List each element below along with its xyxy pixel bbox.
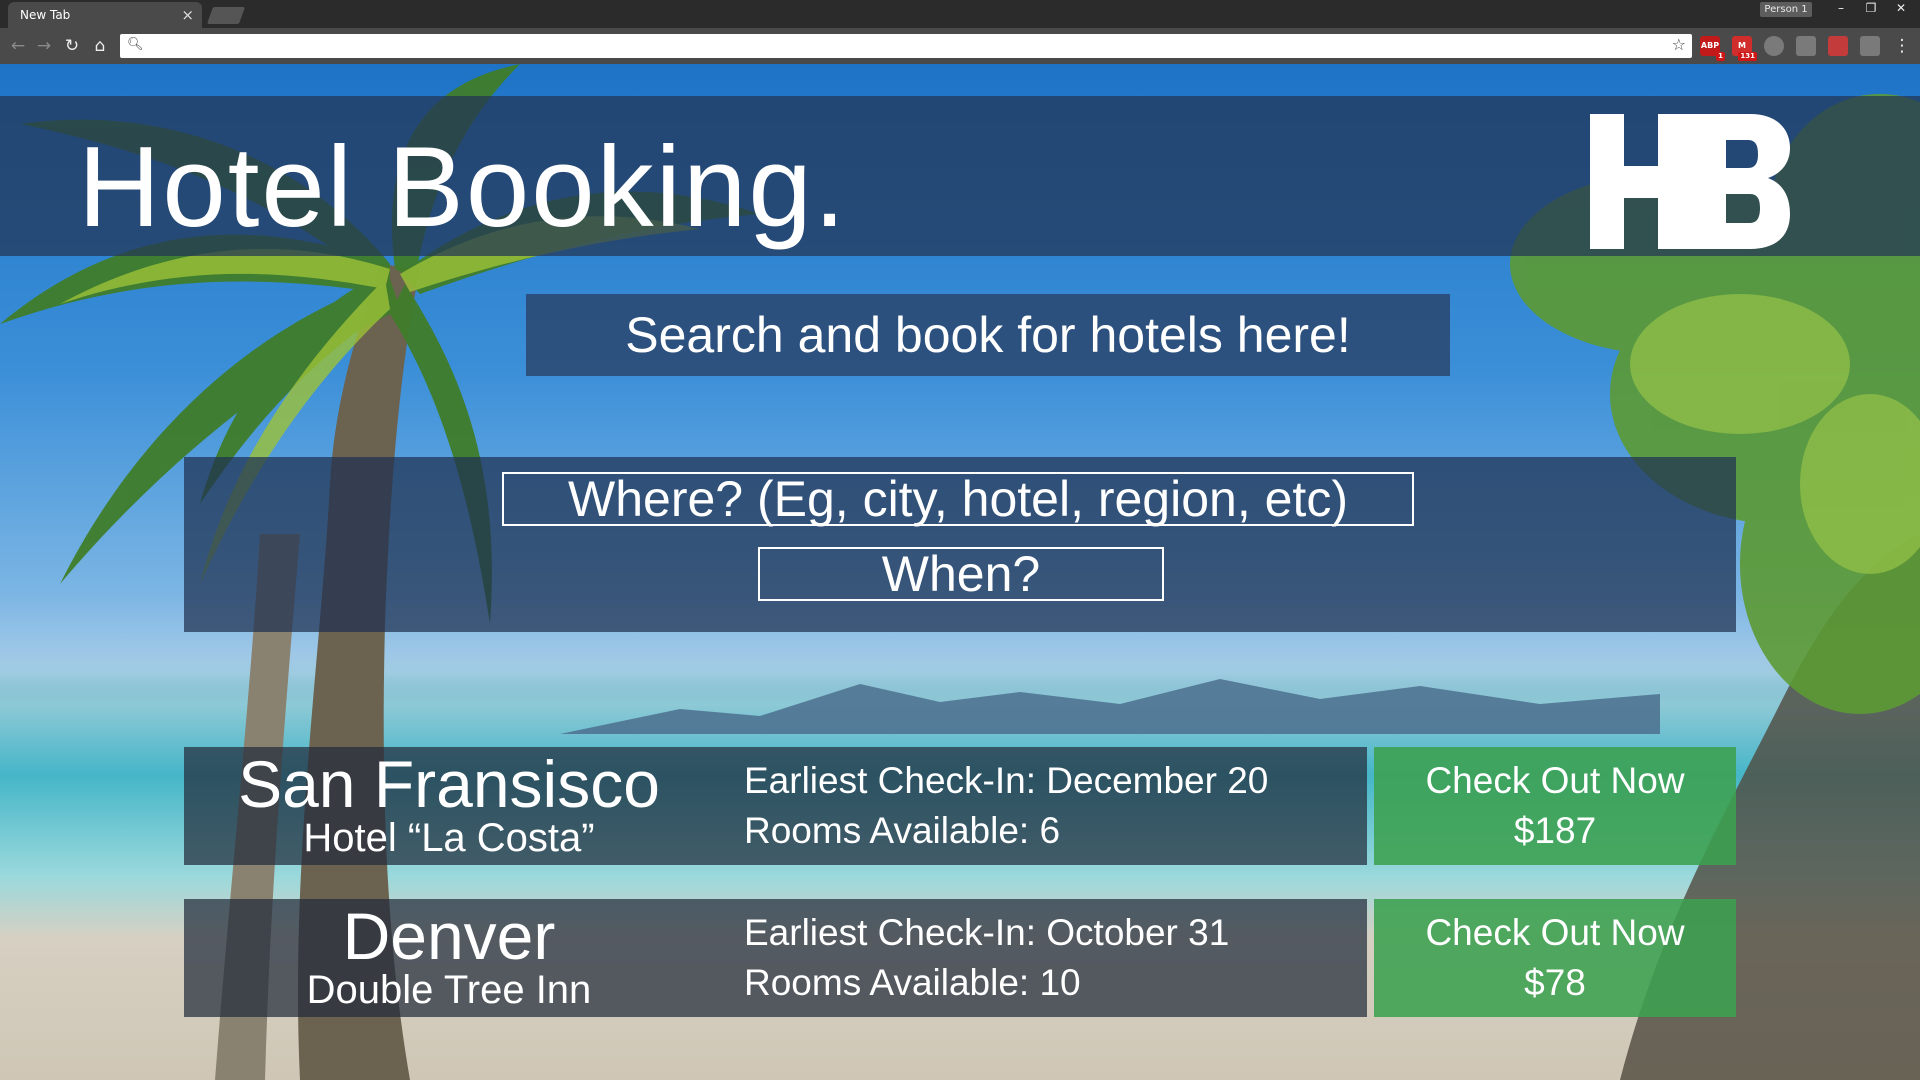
extension-label: ABP [1700,41,1720,50]
address-bar[interactable]: 🔍︎ ☆ [120,34,1692,58]
listing-hotel-name: Double Tree Inn [306,968,592,1012]
cta-label: Check Out Now [1425,912,1685,953]
browser-tab[interactable]: New Tab × [8,2,202,28]
browser-tab-bar: New Tab × Person 1 – ❐ ✕ [0,0,1920,28]
extension-grid-icon[interactable] [1860,36,1880,56]
gmail-checker-icon[interactable]: M 131 [1732,36,1757,61]
minimize-button[interactable]: – [1826,0,1856,18]
forward-arrow-icon[interactable]: → [32,34,56,58]
profile-button[interactable]: Person 1 [1760,2,1812,17]
back-arrow-icon[interactable]: ← [6,34,30,58]
tagline-banner: Search and book for hotels here! [526,294,1450,376]
extension-camera-icon[interactable] [1796,36,1816,56]
cta-label: Check Out Now [1425,760,1685,801]
listing-city: Denver [342,899,556,973]
browser-toolbar: ← → ↻ ⌂ 🔍︎ ☆ ABP 1 M 131 ⋮ [0,28,1920,64]
search-icon: 🔍︎ [127,37,144,52]
check-out-now-button[interactable]: Check Out Now $78 [1374,899,1736,1017]
hotel-listing: San Fransisco Hotel “La Costa” Earliest … [184,747,1367,865]
restore-button[interactable]: ❐ [1856,0,1886,18]
where-input[interactable]: Where? (Eg, city, hotel, region, etc) [502,472,1414,526]
extension-label: M [1738,41,1746,50]
cta-price: $78 [1524,962,1586,1003]
home-icon[interactable]: ⌂ [88,34,112,58]
close-window-button[interactable]: ✕ [1886,0,1916,18]
listing-rooms: Rooms Available: 10 [744,962,1081,1003]
tab-title: New Tab [20,8,71,22]
listing-hotel-name: Hotel “La Costa” [303,816,595,860]
page-viewport: Hotel Booking. Search and book for hotel… [0,64,1920,1080]
hotel-listing: Denver Double Tree Inn Earliest Check-In… [184,899,1367,1017]
extension-circle-icon[interactable] [1764,36,1784,56]
extension-badge: 131 [1738,52,1757,61]
new-tab-button[interactable] [206,7,246,24]
reload-icon[interactable]: ↻ [60,34,84,58]
when-input[interactable]: When? [758,547,1164,601]
search-panel: Where? (Eg, city, hotel, region, etc) Wh… [184,457,1736,632]
listing-checkin: Earliest Check-In: December 20 [744,760,1269,801]
check-out-now-button[interactable]: Check Out Now $187 [1374,747,1736,865]
listing-checkin: Earliest Check-In: October 31 [744,912,1230,953]
cta-price: $187 [1513,810,1597,851]
hb-logo[interactable] [1590,114,1790,249]
site-title: Hotel Booking. [78,124,848,251]
listing-rooms: Rooms Available: 6 [744,810,1061,851]
bookmark-star-icon[interactable]: ☆ [1672,35,1686,54]
menu-kebab-icon[interactable]: ⋮ [1890,34,1914,58]
listing-city: San Fransisco [238,747,660,821]
adblock-plus-icon[interactable]: ABP 1 [1700,36,1725,61]
tagline-text: Search and book for hotels here! [625,307,1351,363]
extension-calendar-icon[interactable] [1828,36,1848,56]
address-input[interactable] [146,36,1656,56]
extension-badge: 1 [1716,52,1725,61]
tab-close-icon[interactable]: × [181,2,194,28]
